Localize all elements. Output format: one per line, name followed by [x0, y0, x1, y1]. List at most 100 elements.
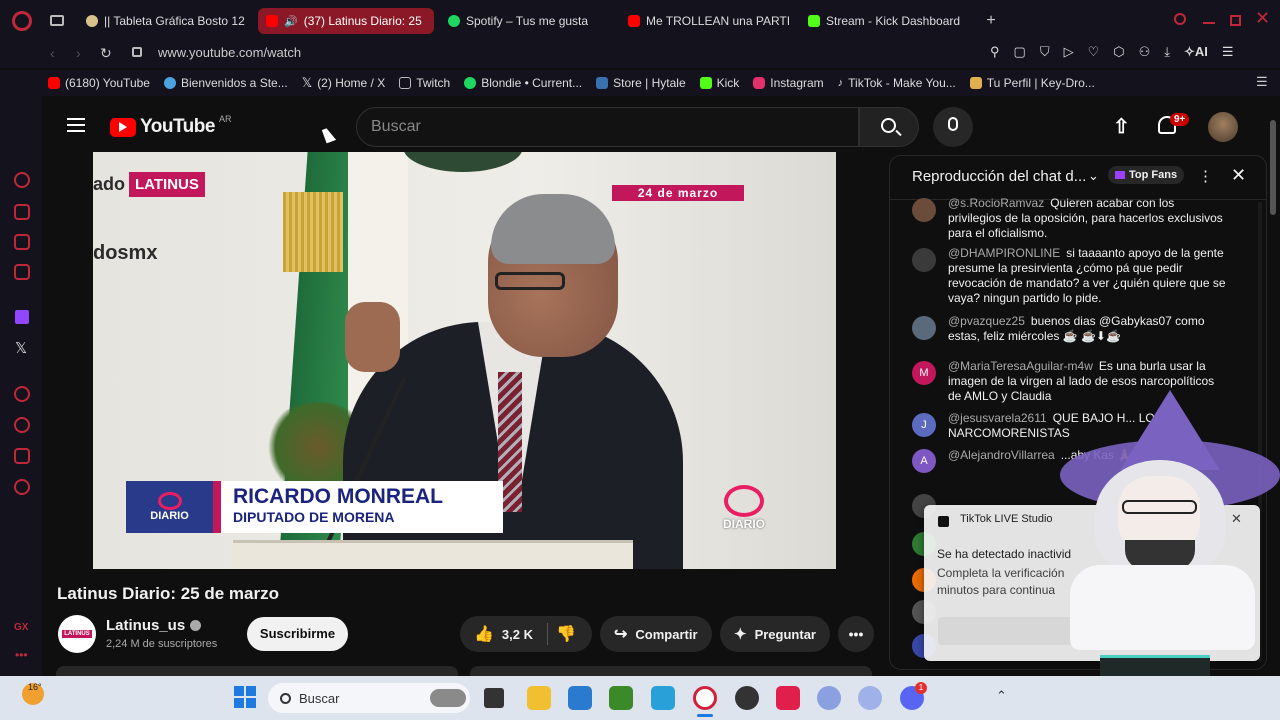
avatar[interactable] — [1208, 112, 1238, 142]
tab-2-active[interactable]: 🔊 (37) Latinus Diario: 25 — [258, 8, 434, 34]
microsoft-store-icon[interactable] — [568, 686, 592, 710]
tab-manager-icon[interactable] — [50, 15, 64, 26]
search-button[interactable] — [859, 107, 919, 147]
crypto-wallet-icon[interactable] — [14, 204, 30, 220]
bookmark-spotify[interactable]: Blondie • Current... — [464, 76, 582, 90]
latinus-brand-badge: ado LATINUS — [93, 172, 205, 197]
messenger-icon[interactable] — [14, 264, 30, 280]
minecraft-icon[interactable] — [609, 686, 633, 710]
tab-1[interactable]: || Tableta Gráfica Bosto 12 — [78, 8, 250, 34]
pin-icon[interactable]: ⚲ — [990, 44, 1000, 60]
like-button[interactable]: 👍 3,2 K — [474, 624, 533, 644]
lower-third-card: RICARDO MONREAL DIPUTADO DE MORENA — [221, 481, 503, 533]
subscribe-button[interactable]: Suscribirme — [247, 617, 348, 651]
play-icon[interactable]: ▷ — [1064, 44, 1074, 60]
chat-header-title[interactable]: Reproducción del chat d... — [912, 168, 1086, 185]
bookmark-x[interactable]: 𝕏 (2) Home / X — [302, 75, 386, 91]
voice-search-button[interactable] — [933, 107, 973, 147]
shield-icon[interactable]: ⛉ — [1040, 44, 1050, 60]
share-button[interactable]: ↪ Compartir — [600, 616, 712, 652]
search-highlight-icon — [430, 689, 466, 707]
browser-sidebar: 𝕏 GX ••• — [0, 96, 42, 676]
vtuber-avatar — [1040, 390, 1280, 720]
bookmark-hytale[interactable]: Store | Hytale — [596, 76, 686, 90]
cube-icon[interactable]: ⬡ — [1113, 44, 1124, 60]
youtube-logo[interactable]: YouTube AR — [110, 114, 231, 138]
back-button[interactable]: ‹ — [50, 45, 55, 61]
close-window-button[interactable]: ✕ — [1255, 8, 1270, 29]
tab-label: Spotify – Tus me gusta — [466, 14, 589, 28]
network-app-icon[interactable] — [858, 686, 882, 710]
video-player[interactable]: ado LATINUS dosmx 24 de marzo DIARIO RIC… — [93, 152, 836, 569]
tab-5[interactable]: Stream - Kick Dashboard — [800, 8, 972, 34]
task-view-icon[interactable] — [484, 688, 504, 708]
easy-setup-icon[interactable]: ☰ — [1222, 44, 1234, 60]
tab-4[interactable]: Me TROLLEAN una PARTI — [620, 8, 792, 34]
twitch-icon[interactable] — [15, 310, 29, 324]
bookmark-twitch[interactable]: Twitch — [399, 76, 450, 90]
heart-icon[interactable]: ♡ — [1088, 44, 1100, 60]
bookmark-youtube[interactable]: (6180) YouTube — [48, 76, 150, 90]
kebab-menu-icon[interactable]: ⋮ — [1198, 167, 1213, 185]
channel-name[interactable]: Latinus_us — [106, 617, 202, 634]
dislike-button[interactable]: 👎 — [556, 624, 576, 644]
close-chat-icon[interactable]: ✕ — [1231, 165, 1246, 186]
bookmarks-menu-icon[interactable]: ☰ — [1256, 74, 1268, 90]
url-field[interactable]: www.youtube.com/watch — [158, 45, 301, 60]
kick-icon — [808, 15, 820, 27]
player-icon[interactable] — [14, 234, 30, 250]
tiktok-studio-taskbar-icon[interactable] — [776, 686, 800, 710]
obs-icon[interactable] — [735, 686, 759, 710]
instagram-icon — [753, 77, 766, 89]
extensions-icon[interactable] — [14, 448, 30, 464]
tab-3[interactable]: Spotify – Tus me gusta — [440, 8, 610, 34]
user-icon[interactable]: ⚇ — [1139, 44, 1151, 60]
maximize-button[interactable] — [1230, 15, 1241, 26]
search-input[interactable]: Buscar — [356, 107, 859, 147]
bookmark-steam[interactable]: Bienvenidos a Ste... — [163, 76, 288, 90]
photos-icon[interactable] — [651, 686, 675, 710]
hamburger-menu-icon[interactable] — [67, 118, 85, 132]
speaker-icon[interactable]: 🔊 — [284, 15, 298, 28]
aria-ai-button[interactable]: ✧AI — [1184, 44, 1208, 60]
taskbar-search[interactable]: Buscar — [268, 683, 470, 713]
settings-icon[interactable] — [14, 479, 30, 495]
bookmark-kick[interactable]: Kick — [699, 76, 739, 90]
search-tabs-icon[interactable] — [1174, 13, 1186, 25]
chat-message: @DHAMPIRONLINE si taaaanto apoyo de la ge… — [948, 246, 1226, 305]
upload-icon[interactable]: ⇧ — [1113, 114, 1130, 139]
like-dislike-group: 👍 3,2 K 👎 — [460, 616, 592, 652]
vtuber-app-icon[interactable] — [817, 686, 841, 710]
history-icon[interactable] — [14, 417, 30, 433]
windows-start-icon[interactable] — [234, 686, 256, 708]
opera-gx-taskbar-icon[interactable] — [693, 686, 717, 710]
page-scrollbar[interactable] — [1270, 120, 1276, 215]
minimize-button[interactable] — [1203, 22, 1215, 24]
description-box-edge — [56, 666, 458, 676]
top-fans-chip[interactable]: Top Fans — [1108, 166, 1185, 184]
video-date-banner: 24 de marzo — [612, 185, 744, 201]
more-icon[interactable]: ••• — [15, 648, 28, 662]
aria-icon[interactable] — [14, 172, 30, 188]
ask-button[interactable]: ✦ Preguntar — [720, 616, 830, 652]
chat-avatar: J — [912, 413, 936, 437]
kick-icon — [699, 77, 712, 89]
channel-avatar[interactable]: LATINUS — [58, 615, 96, 653]
more-actions-button[interactable]: ••• — [838, 616, 874, 652]
podium — [233, 540, 633, 569]
file-explorer-icon[interactable] — [527, 686, 551, 710]
snapshot-icon[interactable]: ▢ — [1014, 44, 1026, 60]
download-icon[interactable]: ⤓ — [1164, 44, 1170, 60]
bookmark-keydrop[interactable]: Tu Perfil | Key-Dro... — [969, 76, 1095, 90]
bookmark-instagram[interactable]: Instagram — [753, 76, 824, 90]
lower-third-role: DIPUTADO DE MORENA — [233, 509, 395, 525]
x-icon[interactable]: 𝕏 — [15, 339, 27, 357]
tray-chevron-icon[interactable]: ⌃ — [996, 688, 1007, 704]
forward-button[interactable]: › — [76, 45, 81, 61]
new-tab-button[interactable]: + — [982, 12, 1000, 30]
opera-logo-icon[interactable] — [12, 11, 32, 31]
chevron-down-icon[interactable]: ⌄ — [1088, 168, 1099, 184]
play-circle-icon[interactable] — [14, 386, 30, 402]
reload-icon[interactable]: ↻ — [100, 45, 112, 62]
bookmark-tiktok[interactable]: ♪ TikTok - Make You... — [838, 76, 956, 90]
